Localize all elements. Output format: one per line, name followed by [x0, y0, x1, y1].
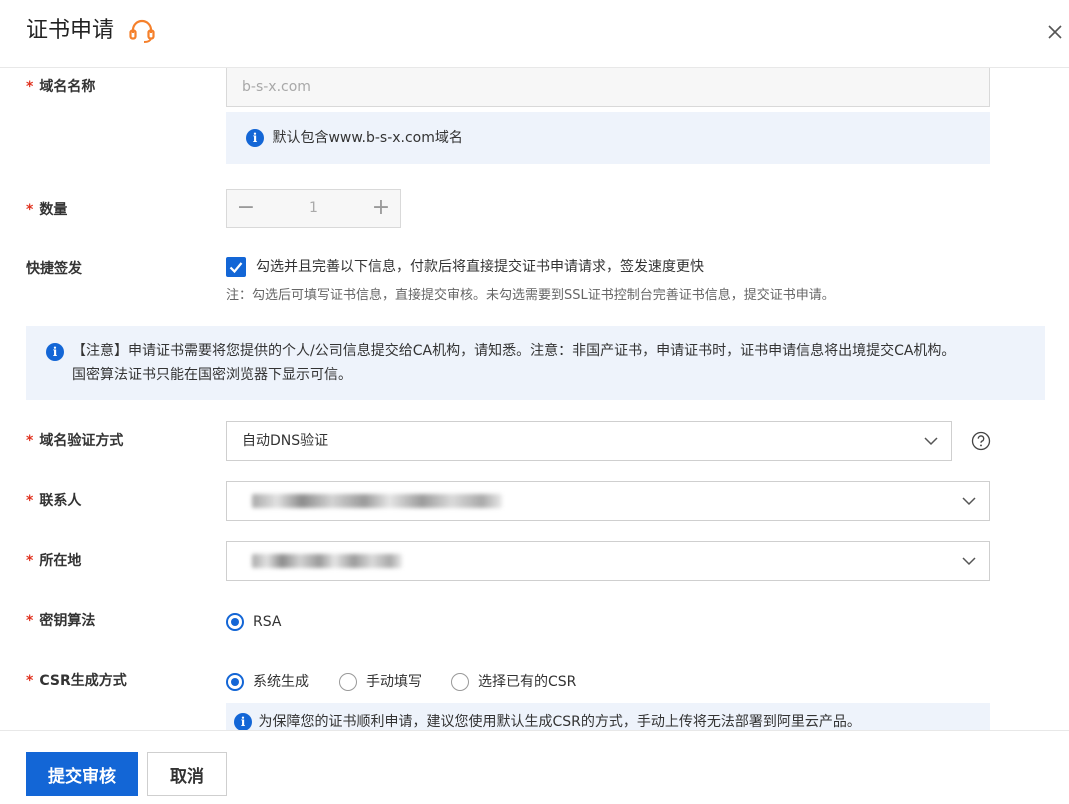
verify-method-select[interactable]: 自动DNS验证 [226, 421, 952, 461]
domain-info-text: 默认包含www.b-s-x.com域名 [272, 130, 463, 146]
location-select[interactable] [226, 541, 990, 581]
csr-label: * CSR生成方式 [26, 673, 127, 689]
dialog-footer: 提交审核 取消 [0, 730, 1069, 804]
dialog-title: 证书申请 [26, 18, 115, 43]
quantity-label: * 数量 [26, 202, 68, 218]
radio-csr-existing[interactable] [451, 673, 469, 691]
chevron-down-icon [962, 497, 976, 506]
csr-info-box: i 为保障您的证书顺利申请，建议您使用默认生成CSR的方式，手动上传将无法部署到… [226, 703, 990, 730]
radio-csr-manual-label[interactable]: 手动填写 [366, 672, 422, 692]
quantity-stepper[interactable]: − 1 + [226, 189, 401, 228]
close-icon[interactable] [1043, 20, 1067, 44]
notice-line-1: 【注意】申请证书需要将您提供的个人/公司信息提交给CA机构，请知悉。注意：非国产… [72, 343, 956, 359]
chevron-down-icon [924, 437, 938, 446]
csr-info-text: 为保障您的证书顺利申请，建议您使用默认生成CSR的方式，手动上传将无法部署到阿里… [258, 714, 861, 730]
radio-rsa-label[interactable]: RSA [253, 612, 281, 632]
info-icon: i [46, 343, 64, 361]
radio-csr-system[interactable] [226, 673, 244, 691]
radio-csr-system-label[interactable]: 系统生成 [253, 672, 309, 692]
domain-label: * 域名名称 [26, 79, 96, 95]
help-icon[interactable] [971, 431, 991, 451]
key-algo-label: * 密钥算法 [26, 613, 96, 629]
quick-issue-label: 快捷签发 [26, 261, 82, 277]
cancel-button[interactable]: 取消 [147, 752, 227, 796]
radio-rsa[interactable] [226, 613, 244, 631]
radio-csr-existing-label[interactable]: 选择已有的CSR [478, 672, 576, 692]
domain-info-box: i 默认包含www.b-s-x.com域名 [226, 112, 990, 164]
dialog-header: 证书申请 [0, 0, 1069, 68]
radio-csr-manual[interactable] [339, 673, 357, 691]
check-icon [229, 262, 243, 274]
info-icon: i [234, 713, 252, 730]
contact-label: * 联系人 [26, 493, 82, 509]
minus-icon[interactable]: − [227, 190, 265, 227]
verify-method-value: 自动DNS验证 [242, 433, 329, 449]
info-icon: i [246, 129, 264, 147]
headset-icon[interactable] [128, 18, 156, 44]
contact-value-redacted [252, 494, 502, 508]
notice-line-2: 国密算法证书只能在国密浏览器下显示可信。 [72, 367, 352, 383]
location-value-redacted [252, 554, 402, 568]
verify-method-label: * 域名验证方式 [26, 433, 124, 449]
quick-issue-checkbox[interactable] [226, 257, 246, 277]
domain-input: b-s-x.com [226, 68, 990, 107]
plus-icon[interactable]: + [362, 190, 400, 227]
notice-box: i 【注意】申请证书需要将您提供的个人/公司信息提交给CA机构，请知悉。注意：非… [26, 326, 1045, 400]
location-label: * 所在地 [26, 553, 82, 569]
quick-issue-text[interactable]: 勾选并且完善以下信息，付款后将直接提交证书申请请求，签发速度更快 [256, 257, 704, 277]
chevron-down-icon [962, 557, 976, 566]
quantity-value[interactable]: 1 [265, 190, 362, 227]
contact-select[interactable] [226, 481, 990, 521]
quick-issue-note: 注：勾选后可填写证书信息，直接提交审核。未勾选需要到SSL证书控制台完善证书信息… [226, 288, 835, 303]
submit-button[interactable]: 提交审核 [26, 752, 138, 796]
